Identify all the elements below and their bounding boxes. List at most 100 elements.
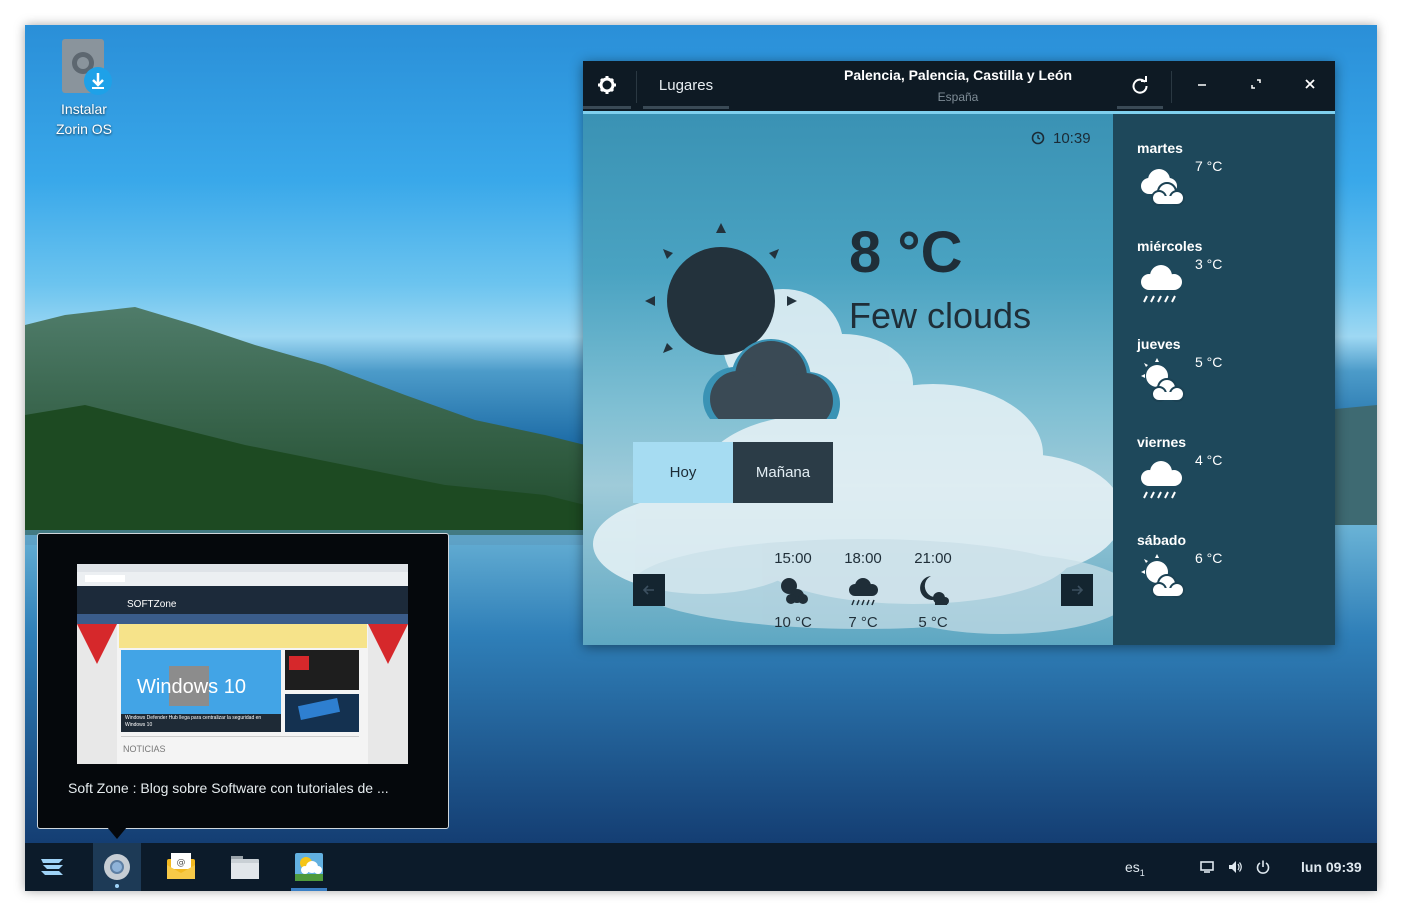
minimize-button[interactable] xyxy=(1179,61,1225,111)
thumbnail-headline: Windows Defender Hub llega para centrali… xyxy=(125,715,262,728)
refresh-underline xyxy=(1117,106,1163,109)
hourly-temp: 10 °C xyxy=(774,614,812,631)
taskbar: @ es1 lun 09:39 xyxy=(25,843,1377,891)
hourly-time: 21:00 xyxy=(914,550,952,567)
forecast-day-name: jueves xyxy=(1137,336,1181,352)
forecast-temp: 3 °C xyxy=(1195,256,1223,272)
partly-cloudy-icon xyxy=(1137,356,1189,408)
forecast-day[interactable]: sábado 6 °C xyxy=(1137,532,1327,598)
current-condition: Few clouds xyxy=(849,295,1032,336)
partly-cloudy-icon xyxy=(763,572,823,612)
close-icon xyxy=(1305,79,1315,89)
rain-icon xyxy=(1137,258,1189,310)
location-title: Palencia, Palencia, Castilla y León xyxy=(844,67,1072,83)
hourly-item: 18:00 7 °C xyxy=(833,550,893,631)
thumbnail-section: NOTICIAS xyxy=(123,744,166,754)
forecast-day[interactable]: viernes 4 °C xyxy=(1137,434,1327,499)
hourly-item: 21:00 5 °C xyxy=(903,550,963,631)
thumbnail-banner: Windows 10 xyxy=(137,676,246,698)
volume-icon xyxy=(1229,861,1242,873)
current-temperature: 8 °C xyxy=(849,220,963,285)
language-sub-label: 1 xyxy=(1139,867,1145,878)
maximize-icon xyxy=(1251,79,1261,89)
window-thumbnail[interactable]: SOFTZone Windows 10 Windows Defender Hub… xyxy=(77,564,408,764)
forecast-temp: 5 °C xyxy=(1195,354,1223,370)
arrow-left-icon xyxy=(642,585,654,595)
forecast-day[interactable]: jueves 5 °C xyxy=(1137,336,1327,402)
settings-underline xyxy=(583,106,631,109)
current-time-label: 10:39 xyxy=(1053,130,1091,147)
hourly-temp: 7 °C xyxy=(848,614,878,631)
forecast-temp: 7 °C xyxy=(1195,158,1223,174)
current-weather-panel: 10:39 8 °C Few clouds Hoy Mañana 15:00 1… xyxy=(583,114,1113,645)
hourly-time: 15:00 xyxy=(774,550,812,567)
taskbar-mail[interactable]: @ xyxy=(157,843,205,891)
forecast-day-name: miércoles xyxy=(1137,238,1203,254)
weather-titlebar: Lugares Palencia, Palencia, Castilla y L… xyxy=(583,61,1335,111)
language-label: es xyxy=(1125,859,1140,875)
zorin-menu-button[interactable] xyxy=(29,843,77,891)
next-hours-button[interactable] xyxy=(1061,574,1093,606)
forecast-temp: 4 °C xyxy=(1195,452,1223,468)
arrow-right-icon xyxy=(1072,585,1084,595)
svg-text:@: @ xyxy=(177,858,186,868)
forecast-day-name: martes xyxy=(1137,140,1183,156)
forecast-day[interactable]: miércoles 3 °C xyxy=(1137,238,1327,303)
thumbnail-site-logo: SOFTZone xyxy=(127,599,177,610)
clouds-icon xyxy=(1137,160,1189,212)
current-time: 10:39 xyxy=(1031,130,1091,147)
zorin-logo-icon xyxy=(41,859,63,875)
forecast-day-name: viernes xyxy=(1137,434,1187,450)
clock-icon xyxy=(1031,131,1045,145)
tab-today[interactable]: Hoy xyxy=(633,442,733,503)
taskbar-chrome[interactable] xyxy=(93,843,141,891)
window-preview-caption: Soft Zone : Blog sobre Software con tuto… xyxy=(68,780,389,796)
volume-button[interactable] xyxy=(1227,843,1245,891)
minimize-icon xyxy=(1198,84,1206,86)
power-icon xyxy=(1256,860,1270,874)
few-clouds-icon xyxy=(645,223,840,419)
power-button[interactable] xyxy=(1255,843,1273,891)
refresh-icon xyxy=(1132,76,1148,94)
window-preview-popup[interactable]: SOFTZone Windows 10 Windows Defender Hub… xyxy=(37,533,449,829)
tab-tomorrow[interactable]: Mañana xyxy=(733,442,833,503)
preview-pointer xyxy=(107,827,127,839)
running-indicator xyxy=(291,888,327,891)
forecast-day-name: sábado xyxy=(1137,532,1187,548)
install-label-line1: Instalar xyxy=(61,101,107,117)
previous-hours-button[interactable] xyxy=(633,574,665,606)
running-indicator xyxy=(115,884,119,888)
forecast-temp: 6 °C xyxy=(1195,550,1223,566)
install-label-line2: Zorin OS xyxy=(55,121,112,137)
taskbar-files[interactable] xyxy=(221,843,269,891)
maximize-button[interactable] xyxy=(1233,61,1279,111)
partly-cloudy-icon xyxy=(1137,552,1189,604)
folder-icon xyxy=(231,856,259,879)
taskbar-weather[interactable] xyxy=(285,843,333,891)
refresh-button[interactable] xyxy=(1117,61,1163,111)
install-zorin-label: Instalar Zorin OS xyxy=(47,99,121,139)
night-cloudy-icon xyxy=(903,572,963,612)
weather-window: Lugares Palencia, Palencia, Castilla y L… xyxy=(583,61,1335,645)
desktop: Instalar Zorin OS Lugares Palencia, Pale… xyxy=(25,25,1377,891)
forecast-day[interactable]: martes 7 °C xyxy=(1137,140,1327,206)
rain-icon xyxy=(833,572,893,612)
location-country: España xyxy=(937,90,979,104)
hourly-time: 18:00 xyxy=(844,550,882,567)
settings-button[interactable] xyxy=(583,61,631,111)
display-icon xyxy=(1200,861,1214,873)
rain-icon xyxy=(1137,454,1189,506)
close-button[interactable] xyxy=(1287,61,1333,111)
browser-thumbnail-graphic xyxy=(77,564,408,764)
taskbar-clock[interactable]: lun 09:39 xyxy=(1301,843,1362,891)
hourly-temp: 5 °C xyxy=(918,614,948,631)
display-button[interactable] xyxy=(1199,843,1217,891)
places-underline xyxy=(643,106,729,109)
gear-icon xyxy=(598,76,616,94)
places-label: Lugares xyxy=(658,77,714,94)
places-button[interactable]: Lugares xyxy=(643,61,729,111)
hourly-item: 15:00 10 °C xyxy=(763,550,823,631)
keyboard-layout[interactable]: es1 xyxy=(1125,843,1145,891)
toolbar-divider xyxy=(1171,71,1172,103)
weather-app-icon xyxy=(295,853,323,881)
